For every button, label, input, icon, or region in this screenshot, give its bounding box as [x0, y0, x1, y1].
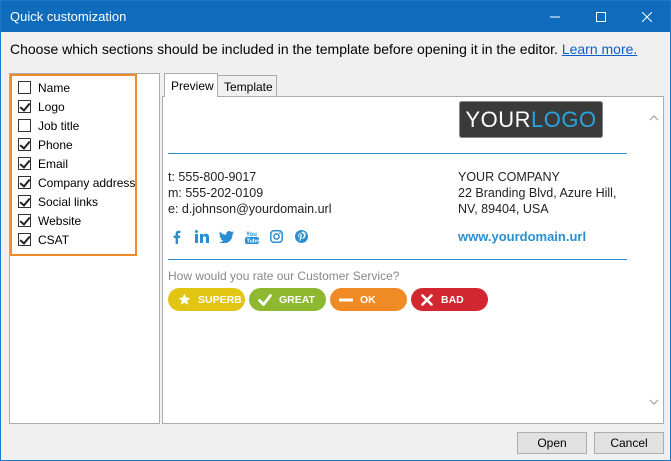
checkbox[interactable]	[18, 138, 31, 151]
csat-superb-button: SUPERB	[168, 288, 245, 311]
option-label: Logo	[38, 99, 65, 114]
maximize-icon	[596, 11, 606, 22]
mobile-line: m: 555-202-0109	[168, 186, 264, 200]
window-title: Quick customization	[10, 9, 127, 24]
option-email[interactable]: Email	[18, 154, 68, 173]
option-label: Social links	[38, 194, 99, 209]
sections-panel: Name Logo Job title Phone Email Company …	[9, 73, 160, 424]
checkbox[interactable]	[18, 81, 31, 94]
checkbox[interactable]	[18, 157, 31, 170]
close-button[interactable]	[624, 1, 670, 32]
svg-text:Tube: Tube	[246, 238, 259, 243]
x-icon	[420, 293, 434, 307]
pinterest-icon[interactable]	[294, 229, 309, 244]
preview-content: YOUR LOGO t: 555-800-9017 m: 555-202-0109…	[162, 96, 664, 424]
checkbox[interactable]	[18, 214, 31, 227]
csat-question: How would you rate our Customer Service?	[168, 269, 400, 283]
checkbox[interactable]	[18, 233, 31, 246]
option-company-address[interactable]: Company address	[18, 173, 135, 192]
open-button[interactable]: Open	[517, 432, 587, 454]
close-icon	[642, 11, 652, 22]
instruction-text: Choose which sections should be included…	[10, 41, 637, 57]
title-bar: Quick customization	[1, 1, 670, 32]
option-job-title[interactable]: Job title	[18, 116, 79, 135]
address-line-1: 22 Branding Blvd, Azure Hill,	[458, 186, 617, 200]
minimize-button[interactable]	[532, 1, 578, 32]
email-line: e: d.johnson@yourdomain.url	[168, 202, 332, 216]
divider-bottom	[168, 259, 627, 260]
csat-bad-button: BAD	[411, 288, 488, 311]
logo-text-logo: LOGO	[530, 106, 597, 132]
csat-label: SUPERB	[198, 293, 242, 306]
tab-preview[interactable]: Preview	[164, 73, 218, 97]
option-label: Company address	[38, 175, 136, 190]
csat-label: OK	[360, 293, 376, 306]
option-phone[interactable]: Phone	[18, 135, 73, 154]
option-label: Phone	[38, 137, 73, 152]
checkbox[interactable]	[18, 176, 31, 189]
social-links: You Tube	[169, 229, 309, 244]
instagram-icon[interactable]	[269, 229, 284, 244]
option-label: Job title	[38, 118, 80, 133]
checkbox[interactable]	[18, 195, 31, 208]
checkbox[interactable]	[18, 119, 31, 132]
company-name: YOUR COMPANY	[458, 170, 560, 184]
website-link: www.yourdomain.url	[458, 229, 587, 244]
option-name[interactable]: Name	[18, 78, 70, 97]
minimize-icon	[550, 16, 560, 17]
option-label: CSAT	[38, 232, 70, 247]
vertical-scrollbar[interactable]	[646, 97, 663, 423]
csat-ok-button: OK	[330, 288, 407, 311]
facebook-icon[interactable]	[169, 229, 184, 244]
company-logo: YOUR LOGO	[459, 101, 603, 138]
phone-line: t: 555-800-9017	[168, 170, 257, 184]
logo-text-your: YOUR	[465, 106, 531, 132]
maximize-button[interactable]	[578, 1, 624, 32]
star-icon	[177, 293, 191, 307]
checkbox[interactable]	[18, 100, 31, 113]
preview-panel: Preview Template YOUR LOGO t: 555-800-901…	[162, 73, 664, 424]
twitter-icon[interactable]	[219, 229, 234, 244]
chevron-down-icon[interactable]	[649, 398, 659, 406]
option-label: Name	[38, 80, 71, 95]
option-csat[interactable]: CSAT	[18, 230, 69, 249]
dash-icon	[339, 293, 353, 307]
checkmark-icon	[258, 293, 272, 307]
csat-great-button: GREAT	[249, 288, 326, 311]
chevron-up-icon[interactable]	[649, 114, 659, 122]
linkedin-icon[interactable]	[194, 229, 209, 244]
quick-customization-dialog: Quick customization Choose which section…	[0, 0, 671, 461]
option-website[interactable]: Website	[18, 211, 81, 230]
sections-highlight: Name Logo Job title Phone Email Company …	[10, 74, 137, 256]
csat-label: GREAT	[279, 293, 315, 306]
youtube-icon[interactable]: You Tube	[244, 229, 259, 244]
option-label: Website	[38, 213, 82, 228]
csat-label: BAD	[441, 293, 464, 306]
cancel-button[interactable]: Cancel	[594, 432, 664, 454]
option-logo[interactable]: Logo	[18, 97, 65, 116]
learn-more-link[interactable]: Learn more.	[562, 41, 637, 57]
option-label: Email	[38, 156, 69, 171]
divider-top	[168, 153, 627, 154]
tab-template[interactable]: Template	[217, 75, 277, 97]
instruction-body: Choose which sections should be included…	[10, 41, 558, 57]
option-social-links[interactable]: Social links	[18, 192, 98, 211]
address-line-2: NV, 89404, USA	[458, 202, 549, 216]
